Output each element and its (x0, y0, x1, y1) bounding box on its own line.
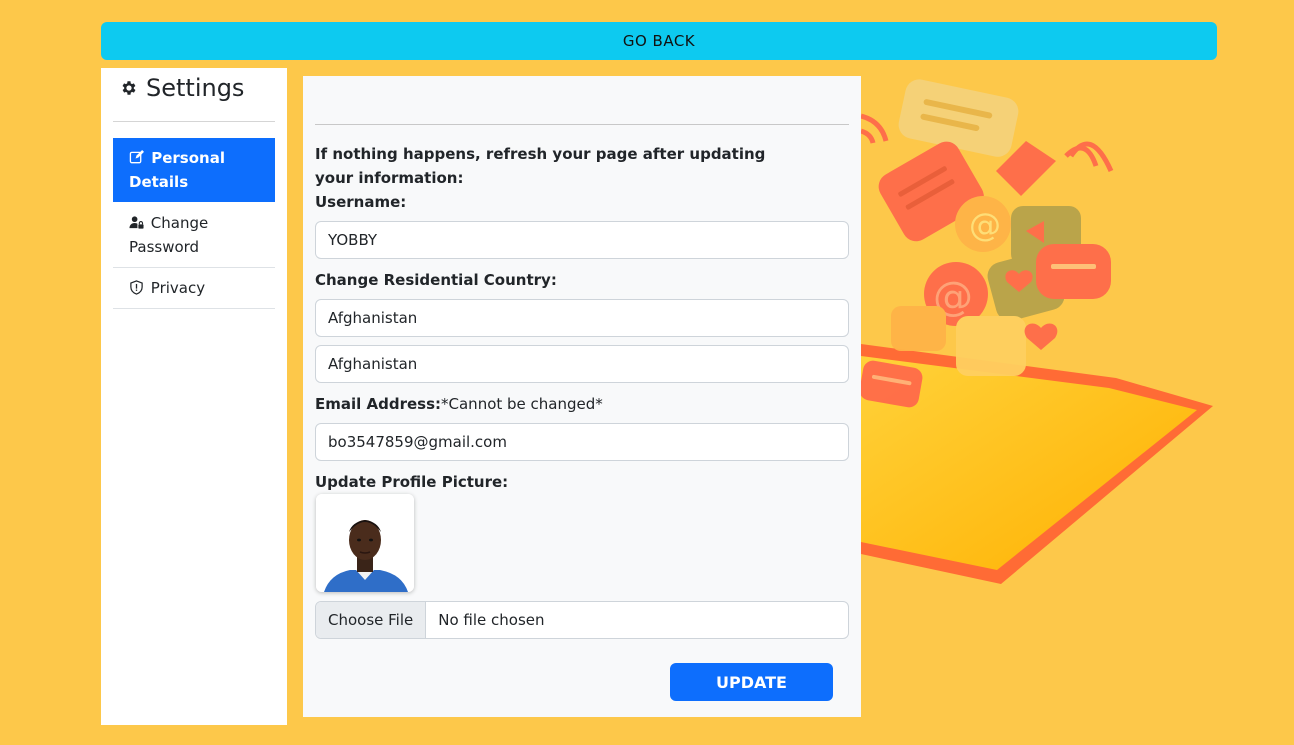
sidebar-item-privacy[interactable]: Privacy (113, 268, 275, 309)
shield-icon (130, 280, 143, 295)
sidebar-divider (113, 121, 275, 122)
social-media-illustration: @ @ (861, 76, 1294, 745)
refresh-notice: If nothing happens, refresh your page af… (315, 145, 766, 187)
user-lock-icon (129, 216, 144, 229)
country-field[interactable]: Afghanistan (315, 299, 849, 337)
settings-sidebar: Settings Personal Details Change Passwor… (101, 68, 287, 725)
username-label: Username: (315, 193, 407, 211)
email-note: *Cannot be changed* (441, 395, 603, 413)
username-field[interactable]: YOBBY (315, 221, 849, 259)
email-label: Email Address: (315, 395, 442, 413)
profile-picture-label: Update Profile Picture: (315, 473, 509, 491)
file-status: No file chosen (438, 611, 545, 629)
choose-file-button[interactable]: Choose File (316, 602, 427, 638)
gear-icon (122, 81, 136, 95)
sidebar-item-personal-details[interactable]: Personal Details (113, 138, 275, 202)
sidebar-item-change-password[interactable]: Change Password (113, 203, 275, 268)
go-back-button[interactable]: GO BACK (101, 22, 1217, 60)
email-field: bo3547859@gmail.com (315, 423, 849, 461)
update-button[interactable]: UPDATE (670, 663, 833, 701)
country-label: Change Residential Country: (315, 271, 557, 289)
country-select[interactable]: Afghanistan (315, 345, 849, 383)
svg-text:@: @ (969, 206, 1001, 244)
email-label-group: Email Address:*Cannot be changed* (315, 392, 603, 416)
profile-picture-input[interactable]: Choose File No file chosen (315, 601, 849, 639)
personal-details-panel: If nothing happens, refresh your page af… (303, 76, 861, 717)
edit-icon (129, 150, 144, 164)
profile-picture (316, 494, 414, 592)
sidebar-item-label: Privacy (150, 279, 206, 297)
sidebar-title: Settings (120, 74, 244, 102)
panel-divider (315, 124, 849, 125)
sidebar-title-text: Settings (146, 74, 245, 102)
